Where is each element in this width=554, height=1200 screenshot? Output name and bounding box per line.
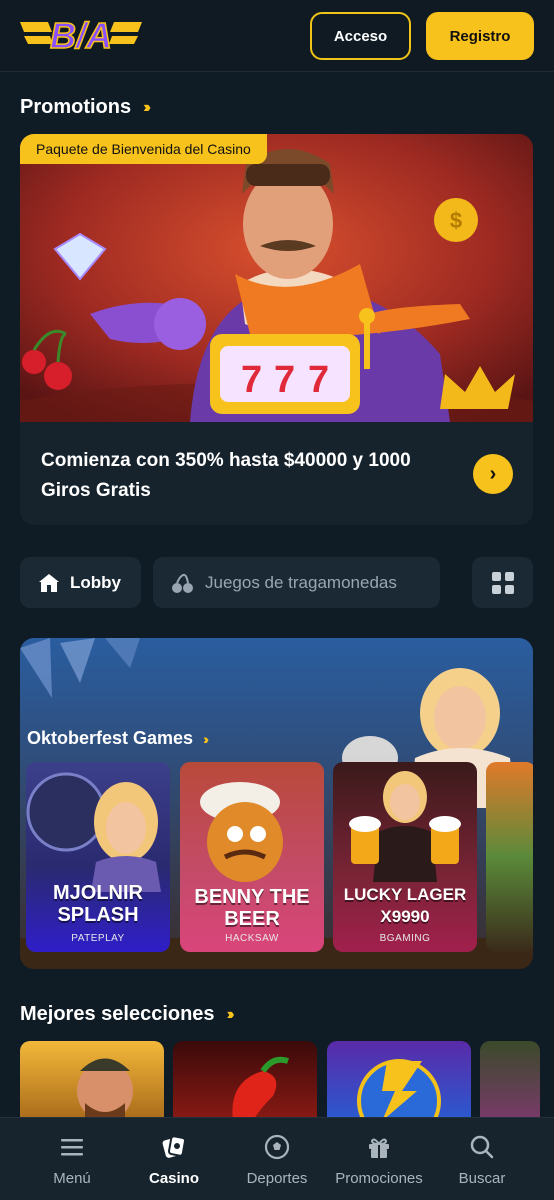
game-card-pick-partial[interactable] <box>480 1041 540 1121</box>
nav-promotions[interactable]: Promociones <box>324 1118 434 1200</box>
chevrons-right-icon: ››› <box>226 1005 235 1023</box>
promotions-title: Promotions <box>20 96 132 118</box>
grid-icon <box>491 571 514 594</box>
game-provider: BGAMING <box>379 933 431 944</box>
casino-chip-icon <box>162 1135 186 1158</box>
nav-menu[interactable]: Menú <box>17 1118 127 1200</box>
nav-casino-label: Casino <box>148 1170 199 1187</box>
game-card-benny-the-beer[interactable]: BENNY THE BEER HACKSAW <box>180 762 324 952</box>
chevrons-right-icon: ››› <box>143 98 151 116</box>
promo-headline: Comienza con 350% hasta $40000 y 1000 Gi… <box>41 450 411 501</box>
svg-text:7: 7 <box>308 359 329 401</box>
nav-casino[interactable]: Casino <box>119 1118 229 1200</box>
game-card-lucky-lager[interactable]: LUCKY LAGER X9990 BGAMING <box>333 762 477 952</box>
nav-promotions-label: Promociones <box>335 1170 423 1187</box>
promo-banner-image: 7 7 7 $ <box>20 134 533 422</box>
promo-badge: Paquete de Bienvenida del Casino <box>20 134 267 164</box>
svg-text:7: 7 <box>274 359 295 401</box>
chevron-right-icon: › <box>489 462 497 485</box>
game-thumbnail <box>357 1059 441 1121</box>
svg-text:7: 7 <box>241 359 262 401</box>
register-button[interactable]: Registro <box>426 12 534 60</box>
game-title: LUCKY LAGER X9990 <box>343 885 467 926</box>
bottom-navigation: Menú Casino Deportes Promociones Buscar <box>0 1117 554 1200</box>
chevrons-right-icon: ››› <box>203 730 209 747</box>
top-header: B/A Acceso Registro <box>0 0 554 72</box>
game-thumbnail <box>232 1056 289 1121</box>
promo-next-button[interactable]: › <box>473 454 513 494</box>
login-button[interactable]: Acceso <box>310 12 411 60</box>
svg-text:B/A: B/A <box>50 15 112 56</box>
oktoberfest-section: Oktoberfest Games ››› MJOLNIR SPLASH PAT… <box>20 638 533 969</box>
promo-card[interactable]: 7 7 7 $ Paquete de Bienvenida del Casino… <box>20 134 533 525</box>
tab-lobby[interactable]: Lobby <box>20 557 141 608</box>
brand-logo[interactable]: B/A <box>20 12 142 58</box>
game-provider: HACKSAW <box>225 933 279 944</box>
game-card-pick-2[interactable] <box>173 1041 317 1121</box>
game-title: MJOLNIR SPLASH <box>53 882 143 926</box>
gift-icon <box>369 1138 389 1158</box>
nav-search-label: Buscar <box>458 1170 506 1187</box>
oktoberfest-heading[interactable]: Oktoberfest Games ››› <box>27 728 209 749</box>
game-card-mjolnir-splash[interactable]: MJOLNIR SPLASH PATEPLAY <box>26 762 170 952</box>
nav-sports-label: Deportes <box>246 1170 308 1187</box>
all-categories-button[interactable] <box>472 557 533 608</box>
menu-icon <box>61 1139 83 1156</box>
game-provider: PATEPLAY <box>71 933 125 944</box>
svg-text:$: $ <box>450 208 462 233</box>
cherries-icon <box>172 573 193 593</box>
game-card-pick-1[interactable] <box>20 1041 164 1121</box>
game-card-pick-3[interactable] <box>327 1041 471 1121</box>
promotions-heading[interactable]: Promotions ››› <box>20 96 151 119</box>
game-card-partial[interactable] <box>486 762 533 952</box>
nav-menu-label: Menú <box>53 1170 91 1187</box>
oktoberfest-title: Oktoberfest Games <box>27 728 194 748</box>
nav-search[interactable]: Buscar <box>427 1118 537 1200</box>
tab-lobby-label: Lobby <box>70 572 121 592</box>
top-picks-heading[interactable]: Mejores selecciones ››› <box>20 1003 235 1026</box>
soccer-ball-icon <box>264 1134 290 1160</box>
game-title: BENNY THE BEER <box>194 886 310 930</box>
home-icon <box>39 573 59 592</box>
top-picks-title: Mejores selecciones <box>20 1003 215 1025</box>
tab-slot-games[interactable]: Juegos de tragamonedas <box>153 557 440 608</box>
tab-slot-games-label: Juegos de tragamonedas <box>205 572 397 592</box>
nav-sports[interactable]: Deportes <box>222 1118 332 1200</box>
search-icon <box>470 1135 494 1159</box>
game-thumbnail <box>77 1058 133 1121</box>
